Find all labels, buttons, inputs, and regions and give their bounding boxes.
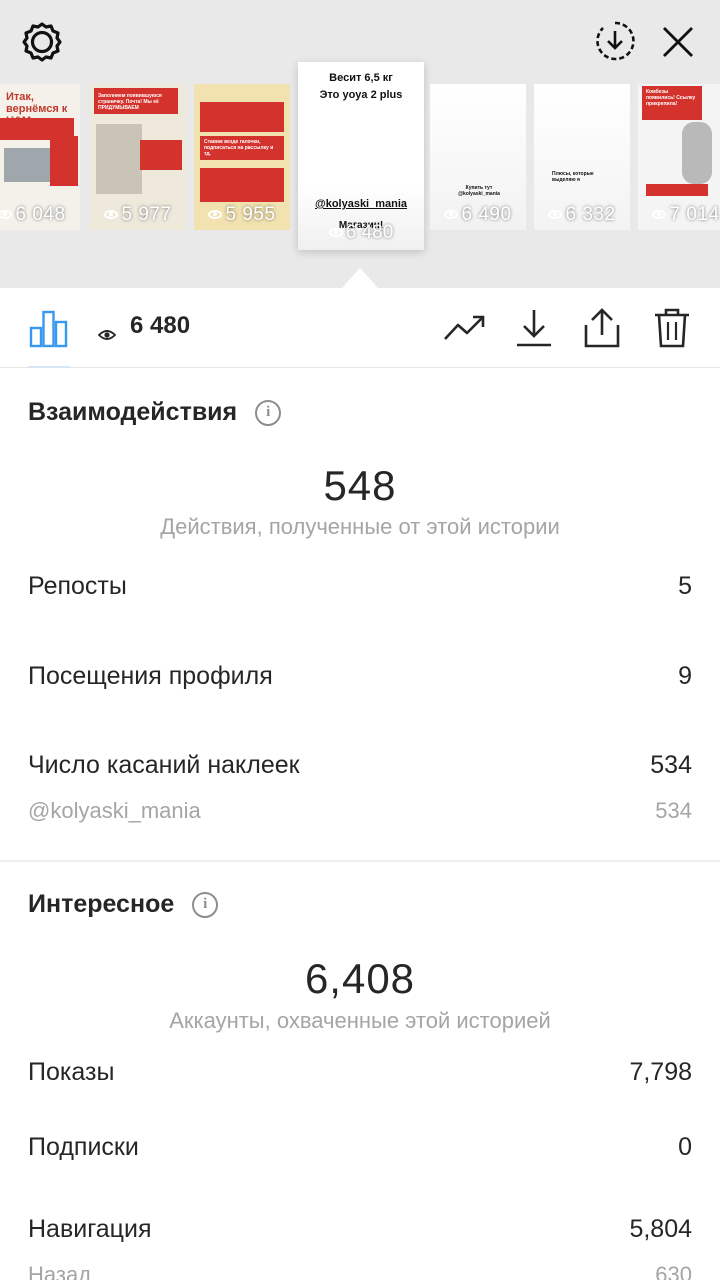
eye-icon xyxy=(97,320,117,340)
story-views-total: 6 480 xyxy=(97,312,191,340)
eye-icon xyxy=(444,210,459,220)
story-text: Комбезы появились! Ссылку прикрепила! xyxy=(646,89,696,107)
story-views: 6 490 xyxy=(430,204,526,226)
eye-icon xyxy=(104,210,119,220)
story-views: 6 048 xyxy=(0,204,80,226)
metric-row: Показы 7,798 xyxy=(28,1058,692,1087)
story-views-value: 6 480 xyxy=(345,222,394,243)
metric-subrow: Назад 630 xyxy=(28,1262,692,1280)
eye-icon xyxy=(328,228,343,238)
story-thumbnail[interactable]: Плюсы, которые выделяю я 6 332 xyxy=(534,84,630,230)
metric-label: Посещения профиля xyxy=(28,662,273,690)
metric-value: 9 xyxy=(678,662,692,690)
story-image xyxy=(96,124,142,194)
metric-row: Число касаний наклеек 534 xyxy=(28,751,692,780)
metric-subrow: @kolyaski_mania 534 xyxy=(28,798,692,824)
section-divider xyxy=(0,860,720,862)
story-mention: @kolyaski_mania xyxy=(314,198,408,210)
story-thumbnail-selected[interactable]: Весит 6,5 кг Это yoya 2 plus @kolyaski_m… xyxy=(298,62,424,250)
story-views: 7 014 xyxy=(638,204,720,226)
close-icon[interactable] xyxy=(656,20,700,64)
story-thumbnail[interactable]: Заполняем появившуюся страничку. Почта! … xyxy=(90,84,186,230)
story-views-value: 5 955 xyxy=(225,204,276,225)
story-sticker xyxy=(200,168,284,202)
story-text: Ставим везде галочки, подписаться на рас… xyxy=(204,139,274,157)
story-thumbnail[interactable]: Комбезы появились! Ссылку прикрепила! 7 … xyxy=(638,84,720,230)
story-views-value: 6 048 xyxy=(15,204,66,225)
story-sticker xyxy=(646,184,708,196)
story-views: 6 332 xyxy=(534,204,630,226)
metric-label: Навигация xyxy=(28,1215,152,1243)
trend-icon[interactable] xyxy=(442,306,486,350)
share-icon[interactable] xyxy=(580,306,624,350)
story-thumbnail[interactable]: Ставим везде галочки, подписаться на рас… xyxy=(194,84,290,230)
story-title-line: Весит 6,5 кг xyxy=(329,72,393,84)
section-title-text: Взаимодействия xyxy=(28,398,238,426)
selection-caret xyxy=(342,268,378,288)
metric-label: Подписки xyxy=(28,1133,139,1161)
save-icon[interactable] xyxy=(592,18,638,64)
eye-icon xyxy=(0,210,13,220)
story-strip: Итак, вернёмся к H&M 6 048 Заполняем поя… xyxy=(0,0,720,288)
story-image xyxy=(682,122,712,184)
eye-icon xyxy=(208,210,223,220)
section-title-text: Интересное xyxy=(28,890,175,918)
settings-icon[interactable] xyxy=(16,16,68,68)
download-icon[interactable] xyxy=(512,306,556,350)
trash-icon[interactable] xyxy=(650,306,694,350)
metric-value: 5,804 xyxy=(629,1215,692,1243)
story-views: 5 955 xyxy=(194,204,290,226)
eye-icon xyxy=(548,210,563,220)
metric-row: Подписки 0 xyxy=(28,1133,692,1162)
story-title-line: Это yoya 2 plus xyxy=(319,89,403,101)
story-thumbnails: Итак, вернёмся к H&M 6 048 Заполняем поя… xyxy=(0,62,720,282)
story-views: 5 977 xyxy=(90,204,186,226)
story-views: 6 480 xyxy=(298,222,424,244)
story-image xyxy=(4,148,54,182)
story-thumbnail[interactable]: Итак, вернёмся к H&M 6 048 xyxy=(0,84,80,230)
discovery-caption: Аккаунты, охваченные этой историей xyxy=(169,1008,551,1033)
metric-value: 7,798 xyxy=(629,1058,692,1086)
interactions-section-title: Взаимодействия i xyxy=(28,398,282,427)
story-sticker xyxy=(140,140,182,170)
metric-value: 5 xyxy=(678,572,692,600)
metric-subvalue: 630 xyxy=(655,1262,692,1280)
story-views-value: 7 014 xyxy=(669,204,720,225)
metric-row: Репосты 5 xyxy=(28,572,692,601)
story-text: Плюсы, которые выделяю я xyxy=(552,171,594,183)
story-text: Купить тут @kolyaski_mania xyxy=(458,185,500,197)
story-text: Заполняем появившуюся страничку. Почта! … xyxy=(98,93,162,111)
story-views-value: 6 490 xyxy=(461,204,512,225)
metric-row: Навигация 5,804 xyxy=(28,1215,692,1244)
story-sticker xyxy=(200,102,284,132)
metric-label: Репосты xyxy=(28,572,127,600)
metric-subvalue: 534 xyxy=(655,798,692,823)
metric-sublabel: @kolyaski_mania xyxy=(28,798,201,823)
interactions-total: 548 xyxy=(323,462,397,509)
eye-icon xyxy=(652,210,667,220)
story-views-value: 5 977 xyxy=(121,204,172,225)
info-icon[interactable]: i xyxy=(192,891,219,918)
metric-sublabel: Назад xyxy=(28,1262,92,1280)
info-icon[interactable]: i xyxy=(255,399,282,426)
metric-value: 0 xyxy=(678,1133,692,1161)
metric-value: 534 xyxy=(650,751,692,779)
story-views-value: 6 332 xyxy=(565,204,616,225)
views-count: 6 480 xyxy=(130,312,191,339)
metric-label: Показы xyxy=(28,1058,115,1086)
story-title: Весит 6,5 кг Это yoya 2 plus xyxy=(298,70,424,104)
bar-chart-icon[interactable] xyxy=(28,306,70,348)
discovery-total: 6,408 xyxy=(304,955,416,1002)
active-tab-indicator xyxy=(28,366,70,368)
metric-label: Число касаний наклеек xyxy=(28,751,300,779)
interactions-caption: Действия, полученные от этой истории xyxy=(160,514,560,539)
story-thumbnail[interactable]: Купить тут @kolyaski_mania 6 490 xyxy=(430,84,526,230)
discovery-section-title: Интересное i xyxy=(28,890,219,919)
story-sticker xyxy=(50,136,78,186)
metric-row: Посещения профиля 9 xyxy=(28,662,692,691)
insights-toolbar: 6 480 xyxy=(0,288,720,368)
